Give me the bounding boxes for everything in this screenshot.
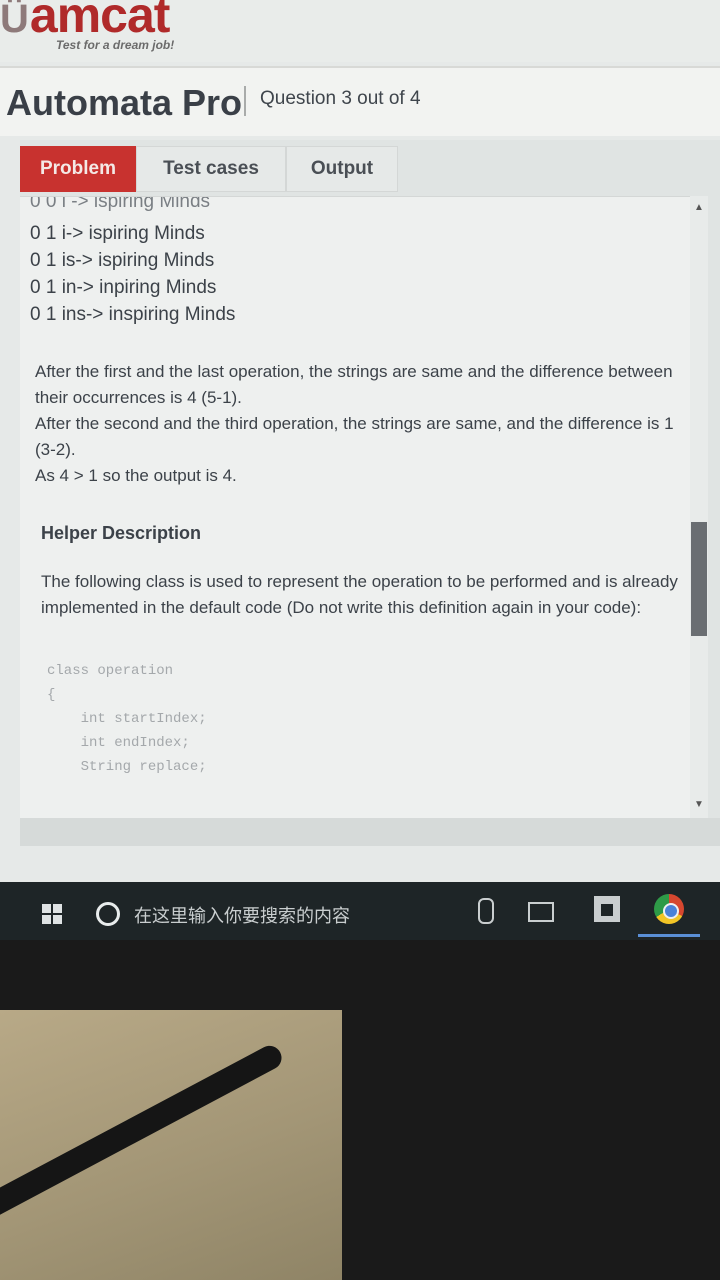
tab-bar: Problem Test cases Output [20, 146, 720, 194]
example-line: 0 1 in-> inpiring Minds [30, 277, 217, 298]
question-panel: Problem Test cases Output 0 0 i -> ispir… [20, 140, 720, 846]
scroll-thumb[interactable] [691, 522, 707, 636]
logo-mark-icon: Ü [0, 0, 29, 41]
store-icon[interactable] [594, 896, 620, 922]
cortana-icon[interactable] [96, 902, 120, 926]
explanation-line: After the second and the third operation… [35, 414, 674, 459]
problem-content[interactable]: 0 0 i -> ispiring Minds 0 1 i-> ispiring… [20, 196, 694, 819]
helper-heading: Helper Description [41, 523, 202, 543]
chrome-icon[interactable] [654, 894, 684, 924]
explanation-line: After the first and the last operation, … [35, 362, 673, 407]
taskbar-search-input[interactable]: 在这里输入你要搜索的内容 [134, 902, 350, 928]
tab-output[interactable]: Output [286, 146, 398, 192]
monitor-screen: Üamcat Test for a dream job! Automata Pr… [0, 0, 720, 940]
logo-text: amcat [29, 0, 171, 43]
tab-problem[interactable]: Problem [20, 146, 136, 192]
code-line: { [47, 687, 56, 703]
microphone-icon[interactable] [478, 898, 494, 924]
windows-start-icon[interactable] [42, 904, 62, 924]
code-line: String replace; [47, 759, 207, 775]
desk-surface [0, 1010, 342, 1280]
scroll-up-icon[interactable]: ▲ [694, 202, 704, 213]
explanation-line: As 4 > 1 so the output is 4. [35, 466, 237, 485]
example-line: 0 1 is-> ispiring Minds [30, 250, 215, 271]
panel-footer [20, 818, 720, 846]
example-line: 0 1 ins-> inspiring Minds [30, 304, 236, 325]
task-view-icon[interactable] [528, 902, 554, 922]
example-line: 0 1 i-> ispiring Minds [30, 223, 205, 244]
active-app-indicator [638, 934, 700, 937]
code-line: class operation [47, 663, 174, 679]
brand-bar: Üamcat Test for a dream job! [0, 0, 720, 62]
content-scrollbar[interactable]: ▲ ▼ [690, 196, 708, 818]
tagline: Test for a dream job! [56, 38, 175, 52]
code-line: int startIndex; [47, 711, 207, 727]
code-line: int endIndex; [47, 735, 190, 751]
example-line-cut: 0 0 i -> ispiring Minds [30, 196, 211, 212]
helper-text: The following class is used to represent… [41, 572, 678, 617]
tab-test-cases[interactable]: Test cases [136, 146, 286, 192]
title-divider [244, 86, 246, 116]
windows-taskbar: 在这里输入你要搜索的内容 [0, 882, 720, 940]
app-title: Automata Pro [6, 82, 243, 123]
scroll-down-icon[interactable]: ▼ [694, 799, 704, 810]
question-count: Question 3 out of 4 [260, 88, 421, 109]
title-bar: Automata Pro Question 3 out of 4 [0, 66, 720, 136]
